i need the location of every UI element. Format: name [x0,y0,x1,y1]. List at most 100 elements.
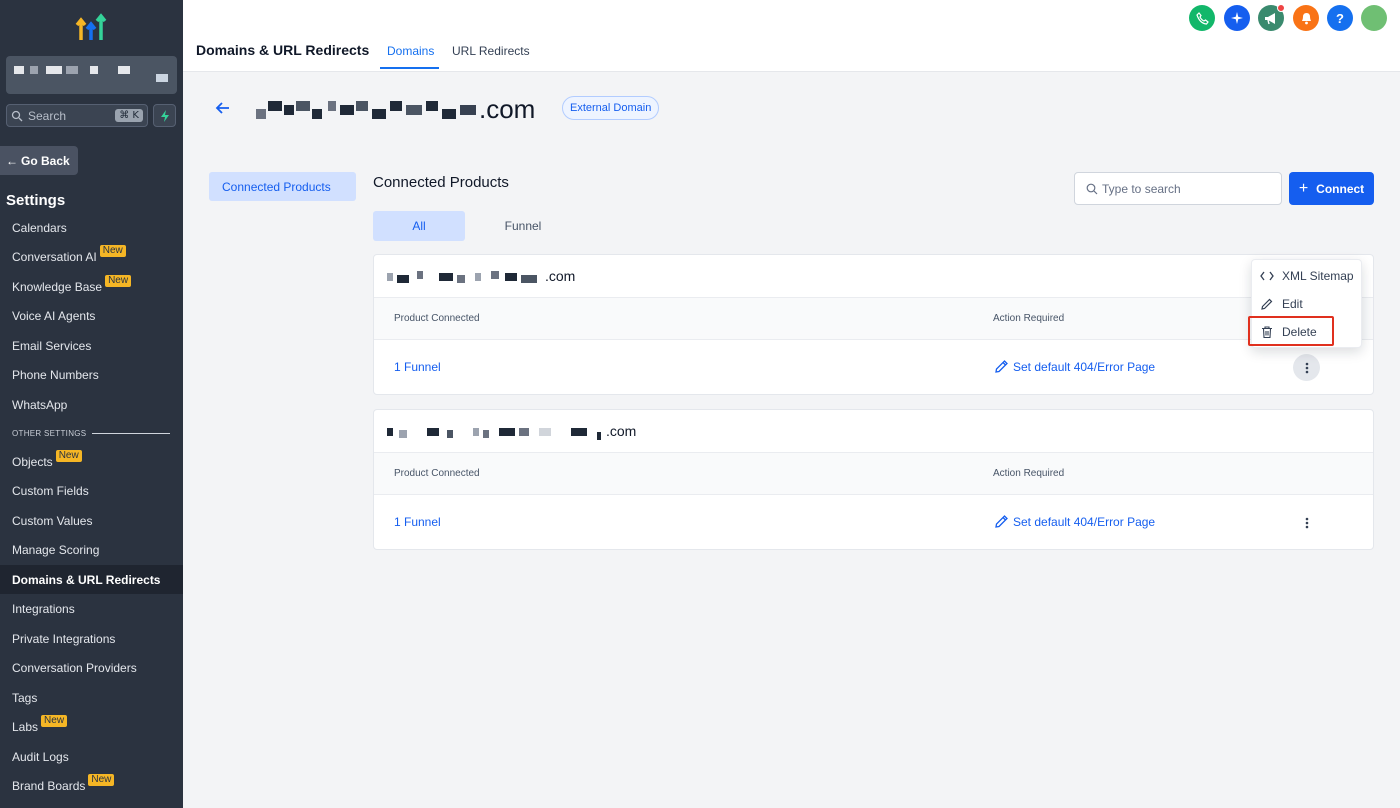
go-back-button[interactable]: ← Go Back [0,146,78,175]
phone-icon [1195,11,1209,25]
sidebar-item-custom-fields[interactable]: Custom Fields [0,477,183,506]
more-options-button[interactable] [1293,509,1320,536]
sidebar-item-calendars[interactable]: Calendars [0,213,183,242]
sidebar-item-conversation-providers[interactable]: Conversation Providers [0,654,183,683]
sparkle-icon [1231,12,1243,24]
tab-url-redirects[interactable]: URL Redirects [452,44,530,58]
menu-item-label: XML Sitemap [1282,269,1354,283]
connected-products-nav[interactable]: Connected Products [209,172,356,201]
megaphone-icon [1265,12,1275,24]
new-badge: New [41,715,68,727]
new-badge: New [105,274,132,287]
set-404-label: Set default 404/Error Page [1013,514,1156,529]
sidebar-item-label: Manage Scoring [12,543,100,557]
arrow-left-icon: ← [6,153,18,168]
sidebar-item-knowledge-base[interactable]: Knowledge Base New [0,272,183,301]
sidebar-item-email-services[interactable]: Email Services [0,331,183,360]
bell-icon [1301,13,1311,25]
sidebar-item-custom-values[interactable]: Custom Values [0,506,183,535]
divider [92,433,170,434]
sidebar-item-manage-scoring[interactable]: Manage Scoring [0,536,183,565]
card-domain-suffix: .com [606,423,637,439]
search-input[interactable]: Type to search [1074,172,1282,205]
more-options-button[interactable] [1293,354,1320,381]
card-header: .com [374,410,1373,453]
quick-actions-button[interactable] [153,104,176,127]
sidebar-item-label: Knowledge Base [12,279,103,294]
section-title: Connected Products [373,174,509,191]
filter-funnel[interactable]: Funnel [477,211,569,241]
card-domain-redacted [387,271,547,283]
sidebar-item-whatsapp[interactable]: WhatsApp [0,390,183,419]
domain-card: .com Product Connected Action Required 1… [373,254,1374,395]
sidebar-item-voice-ai-agents[interactable]: Voice AI Agents [0,302,183,331]
top-header: Domains & URL Redirects Domains URL Redi… [183,0,1400,72]
menu-item-label: Edit [1282,297,1303,311]
search-icon [11,110,23,121]
filter-all[interactable]: All [373,211,465,241]
table-row: 1 Funnel Set default 404/Error Page [374,340,1373,394]
sidebar-item-private-integrations[interactable]: Private Integrations [0,624,183,653]
back-button[interactable] [213,98,233,118]
menu-item-xml-sitemap[interactable]: XML Sitemap [1252,263,1363,289]
account-switcher[interactable] [6,56,177,94]
sidebar-item-label: Brand Boards [12,779,86,793]
col-product-connected: Product Connected [394,468,480,479]
pencil-icon [995,360,1008,373]
sidebar-item-audit-logs[interactable]: Audit Logs [0,742,183,771]
sidebar-item-label: Email Services [12,338,92,353]
sidebar-item-label: Custom Values [12,513,93,528]
sidebar-item-integrations[interactable]: Integrations [0,595,183,624]
sidebar-item-labs[interactable]: Labs New [0,713,183,742]
sidebar-search-placeholder: Search [28,108,67,123]
help-icon: ? [1336,10,1344,26]
sidebar-search[interactable]: Search ⌘ K [6,104,148,127]
set-404-link[interactable]: Set default 404/Error Page [994,359,1155,374]
card-column-headers: Product Connected Action Required [374,453,1373,495]
avatar[interactable] [1361,5,1387,31]
set-404-link[interactable]: Set default 404/Error Page [994,514,1155,529]
sidebar-item-label: Private Integrations [12,631,116,646]
sidebar-item-label: Custom Fields [12,484,89,498]
arrow-left-icon [215,102,229,114]
menu-item-edit[interactable]: Edit [1252,291,1363,317]
domain-suffix: .com [479,94,536,124]
announcements-button[interactable] [1258,4,1285,31]
sidebar-item-label: Voice AI Agents [12,309,96,323]
col-action-required: Action Required [993,468,1065,479]
sidebar-item-brand-boards[interactable]: Brand Boards New [0,772,183,801]
page-title: Domains & URL Redirects [196,42,370,58]
sidebar-item-domains-url-redirects[interactable]: Domains & URL Redirects [0,565,183,594]
pencil-icon [995,515,1008,528]
product-link[interactable]: 1 Funnel [394,360,441,374]
connect-button[interactable]: + Connect [1289,172,1374,205]
search-icon [1086,183,1098,194]
help-button[interactable]: ? [1327,5,1353,31]
delete-highlight-box [1248,316,1334,346]
search-placeholder: Type to search [1102,181,1181,196]
sidebar-item-label: Labs [12,720,39,734]
sidebar-item-tags[interactable]: Tags [0,683,183,712]
sidebar-item-label: Conversation Providers [12,661,137,675]
card-domain-redacted [387,426,607,440]
phone-button[interactable] [1189,5,1215,31]
new-badge: New [88,774,115,786]
card-column-headers: Product Connected Action Required [374,298,1373,340]
sidebar-item-label: Phone Numbers [12,368,99,382]
table-row: 1 Funnel Set default 404/Error Page [374,495,1373,549]
external-domain-badge: External Domain [562,96,660,120]
app-logo [74,12,108,42]
sidebar-item-phone-numbers[interactable]: Phone Numbers [0,361,183,390]
tab-domains[interactable]: Domains [387,44,434,58]
set-404-label: Set default 404/Error Page [1013,359,1156,374]
code-icon [1260,271,1274,281]
notifications-button[interactable] [1293,5,1319,31]
product-link[interactable]: 1 Funnel [394,515,441,529]
search-shortcut: ⌘ K [115,109,143,122]
sidebar-item-label: Audit Logs [12,749,69,764]
ai-assistant-button[interactable] [1224,5,1250,31]
settings-heading: Settings [6,192,66,209]
sidebar-item-objects[interactable]: Objects New [0,447,183,476]
sidebar-item-label: Domains & URL Redirects [12,572,161,587]
sidebar-item-conversation-ai[interactable]: Conversation AI New [0,243,183,272]
